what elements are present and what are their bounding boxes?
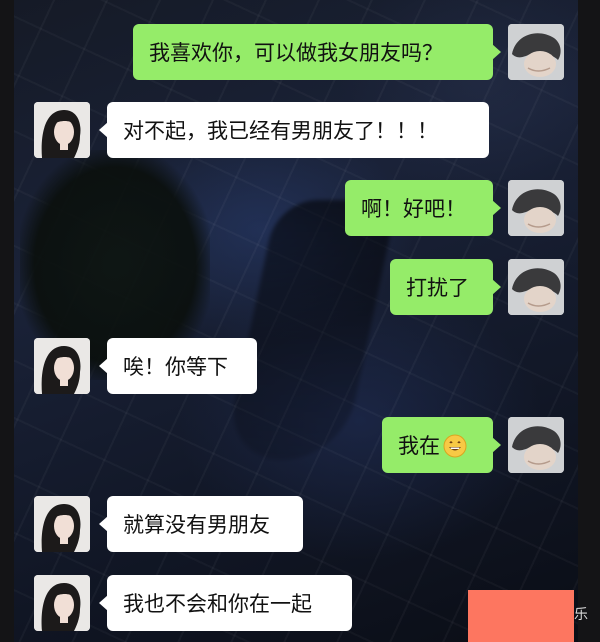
her-avatar[interactable] — [34, 496, 90, 552]
message-text: 打扰了 — [406, 276, 469, 300]
her-message-bubble[interactable]: 就算没有男朋友 — [99, 496, 303, 552]
her-avatar[interactable] — [34, 102, 90, 158]
message-text: 啊！好吧！ — [361, 197, 466, 221]
my-avatar[interactable] — [508, 417, 564, 473]
my-avatar[interactable] — [508, 259, 564, 315]
grinning-face-emoji-icon — [443, 434, 467, 458]
message-text: 唉！你等下 — [123, 355, 228, 379]
boy-avatar-icon — [508, 259, 564, 315]
my-avatar[interactable] — [508, 180, 564, 236]
my-message-bubble[interactable]: 我在 — [382, 417, 501, 473]
message-text: 我在 — [398, 434, 440, 458]
her-avatar[interactable] — [34, 338, 90, 394]
girl-avatar-icon — [34, 496, 90, 552]
watermark-text: 乐 — [574, 607, 588, 623]
girl-avatar-icon — [34, 338, 90, 394]
boy-avatar-icon — [508, 180, 564, 236]
message-text: 就算没有男朋友 — [123, 513, 270, 537]
my-message-bubble[interactable]: 啊！好吧！ — [345, 180, 501, 236]
her-avatar[interactable] — [34, 575, 90, 631]
my-avatar[interactable] — [508, 24, 564, 80]
my-message-bubble[interactable]: 打扰了 — [390, 259, 501, 315]
her-message-bubble[interactable]: 我也不会和你在一起 — [99, 575, 352, 631]
her-message-bubble[interactable]: 对不起，我已经有男朋友了！！！ — [99, 102, 489, 158]
my-message-bubble[interactable]: 我喜欢你，可以做我女朋友吗？ — [133, 24, 501, 80]
her-message-bubble[interactable]: 唉！你等下 — [99, 338, 257, 394]
message-text: 对不起，我已经有男朋友了！！！ — [123, 119, 438, 143]
right-frame-edge — [578, 0, 600, 642]
left-frame-edge — [0, 0, 14, 642]
message-text: 我也不会和你在一起 — [123, 592, 312, 616]
overlay-block — [468, 590, 574, 642]
boy-avatar-icon — [508, 24, 564, 80]
girl-avatar-icon — [34, 575, 90, 631]
message-text: 我喜欢你，可以做我女朋友吗？ — [149, 41, 443, 65]
boy-avatar-icon — [508, 417, 564, 473]
girl-avatar-icon — [34, 102, 90, 158]
